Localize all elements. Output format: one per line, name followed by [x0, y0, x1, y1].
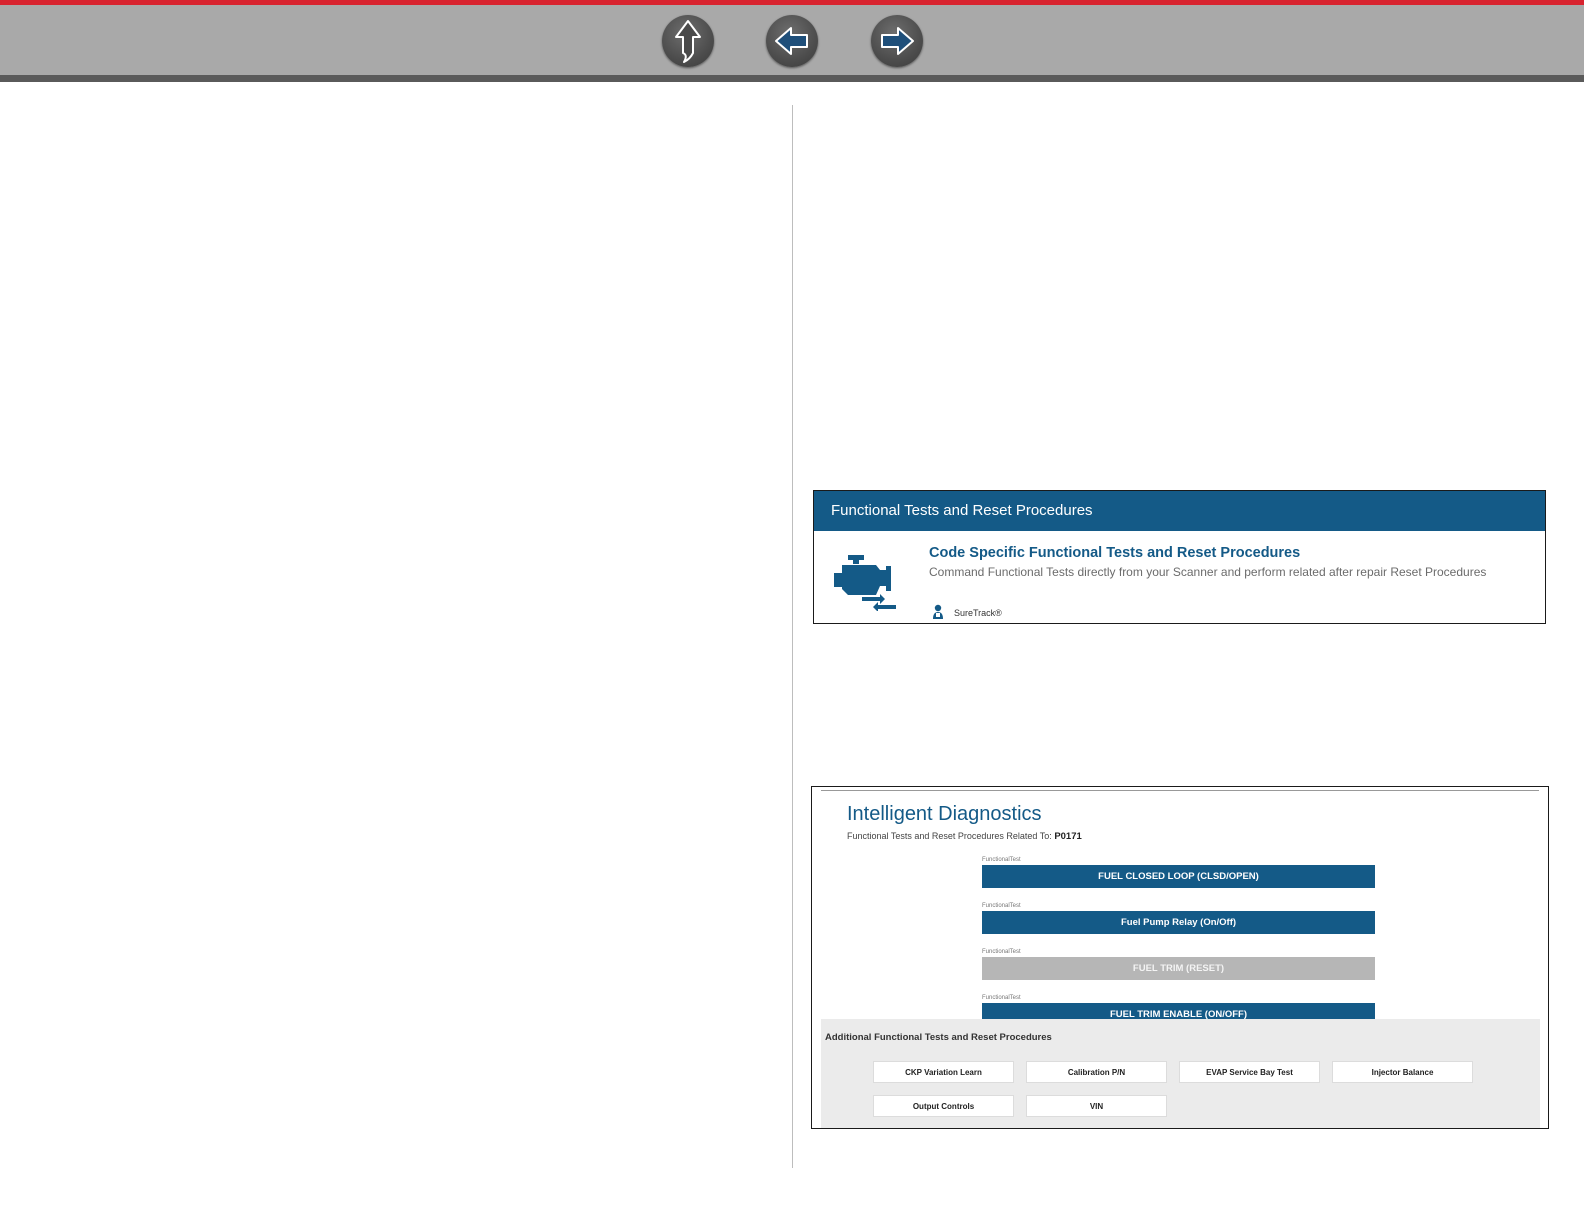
forward-button[interactable]: [871, 15, 923, 67]
card-title: Code Specific Functional Tests and Reset…: [929, 545, 1301, 561]
intelligent-diagnostics-panel: Intelligent Diagnostics Functional Tests…: [811, 786, 1549, 1129]
fuel-pump-relay-button[interactable]: Fuel Pump Relay (On/Off): [982, 911, 1375, 934]
test-item: FunctionalTest FUEL CLOSED LOOP (CLSD/OP…: [982, 855, 1375, 888]
vin-button[interactable]: VIN: [1026, 1095, 1167, 1117]
suretrack-icon: [933, 604, 943, 619]
calibration-pn-button[interactable]: Calibration P/N: [1026, 1061, 1167, 1083]
test-item: FunctionalTest Fuel Pump Relay (On/Off): [982, 901, 1375, 934]
test-type-label: FunctionalTest: [982, 857, 1021, 863]
right-arrow-icon: [881, 27, 914, 55]
up-button[interactable]: [662, 15, 714, 67]
injector-balance-button[interactable]: Injector Balance: [1332, 1061, 1473, 1083]
test-type-label: FunctionalTest: [982, 949, 1021, 955]
panel-title: Intelligent Diagnostics: [847, 803, 1042, 825]
left-arrow-icon: [775, 27, 808, 55]
back-button[interactable]: [766, 15, 818, 67]
additional-procedures-title: Additional Functional Tests and Reset Pr…: [825, 1032, 1052, 1043]
dtc-code: P0171: [1054, 831, 1082, 842]
fuel-closed-loop-button[interactable]: FUEL CLOSED LOOP (CLSD/OPEN): [982, 865, 1375, 888]
panel-subtitle: Functional Tests and Reset Procedures Re…: [847, 831, 1082, 842]
evap-service-bay-test-button[interactable]: EVAP Service Bay Test: [1179, 1061, 1320, 1083]
up-arrow-icon: [675, 20, 701, 63]
card-header: Functional Tests and Reset Procedures: [814, 491, 1545, 531]
suretrack-label: SureTrack®: [954, 608, 1002, 618]
functional-tests-card[interactable]: Functional Tests and Reset Procedures Co…: [813, 490, 1546, 624]
subtitle-prefix: Functional Tests and Reset Procedures Re…: [847, 831, 1052, 841]
top-navigation-bar: [0, 0, 1584, 82]
bottom-dark-stripe: [0, 75, 1584, 82]
panel-top-rule: [821, 790, 1539, 791]
test-type-label: FunctionalTest: [982, 903, 1021, 909]
test-type-label: FunctionalTest: [982, 995, 1021, 1001]
top-red-stripe: [0, 0, 1584, 5]
column-divider: [792, 105, 793, 1168]
fuel-trim-reset-button[interactable]: FUEL TRIM (RESET): [982, 957, 1375, 980]
test-item: FunctionalTest FUEL TRIM (RESET): [982, 947, 1375, 980]
ckp-variation-learn-button[interactable]: CKP Variation Learn: [873, 1061, 1014, 1083]
card-description: Command Functional Tests directly from y…: [929, 565, 1487, 579]
engine-icon: [834, 555, 896, 611]
output-controls-button[interactable]: Output Controls: [873, 1095, 1014, 1117]
additional-procedures-section: Additional Functional Tests and Reset Pr…: [821, 1019, 1540, 1128]
